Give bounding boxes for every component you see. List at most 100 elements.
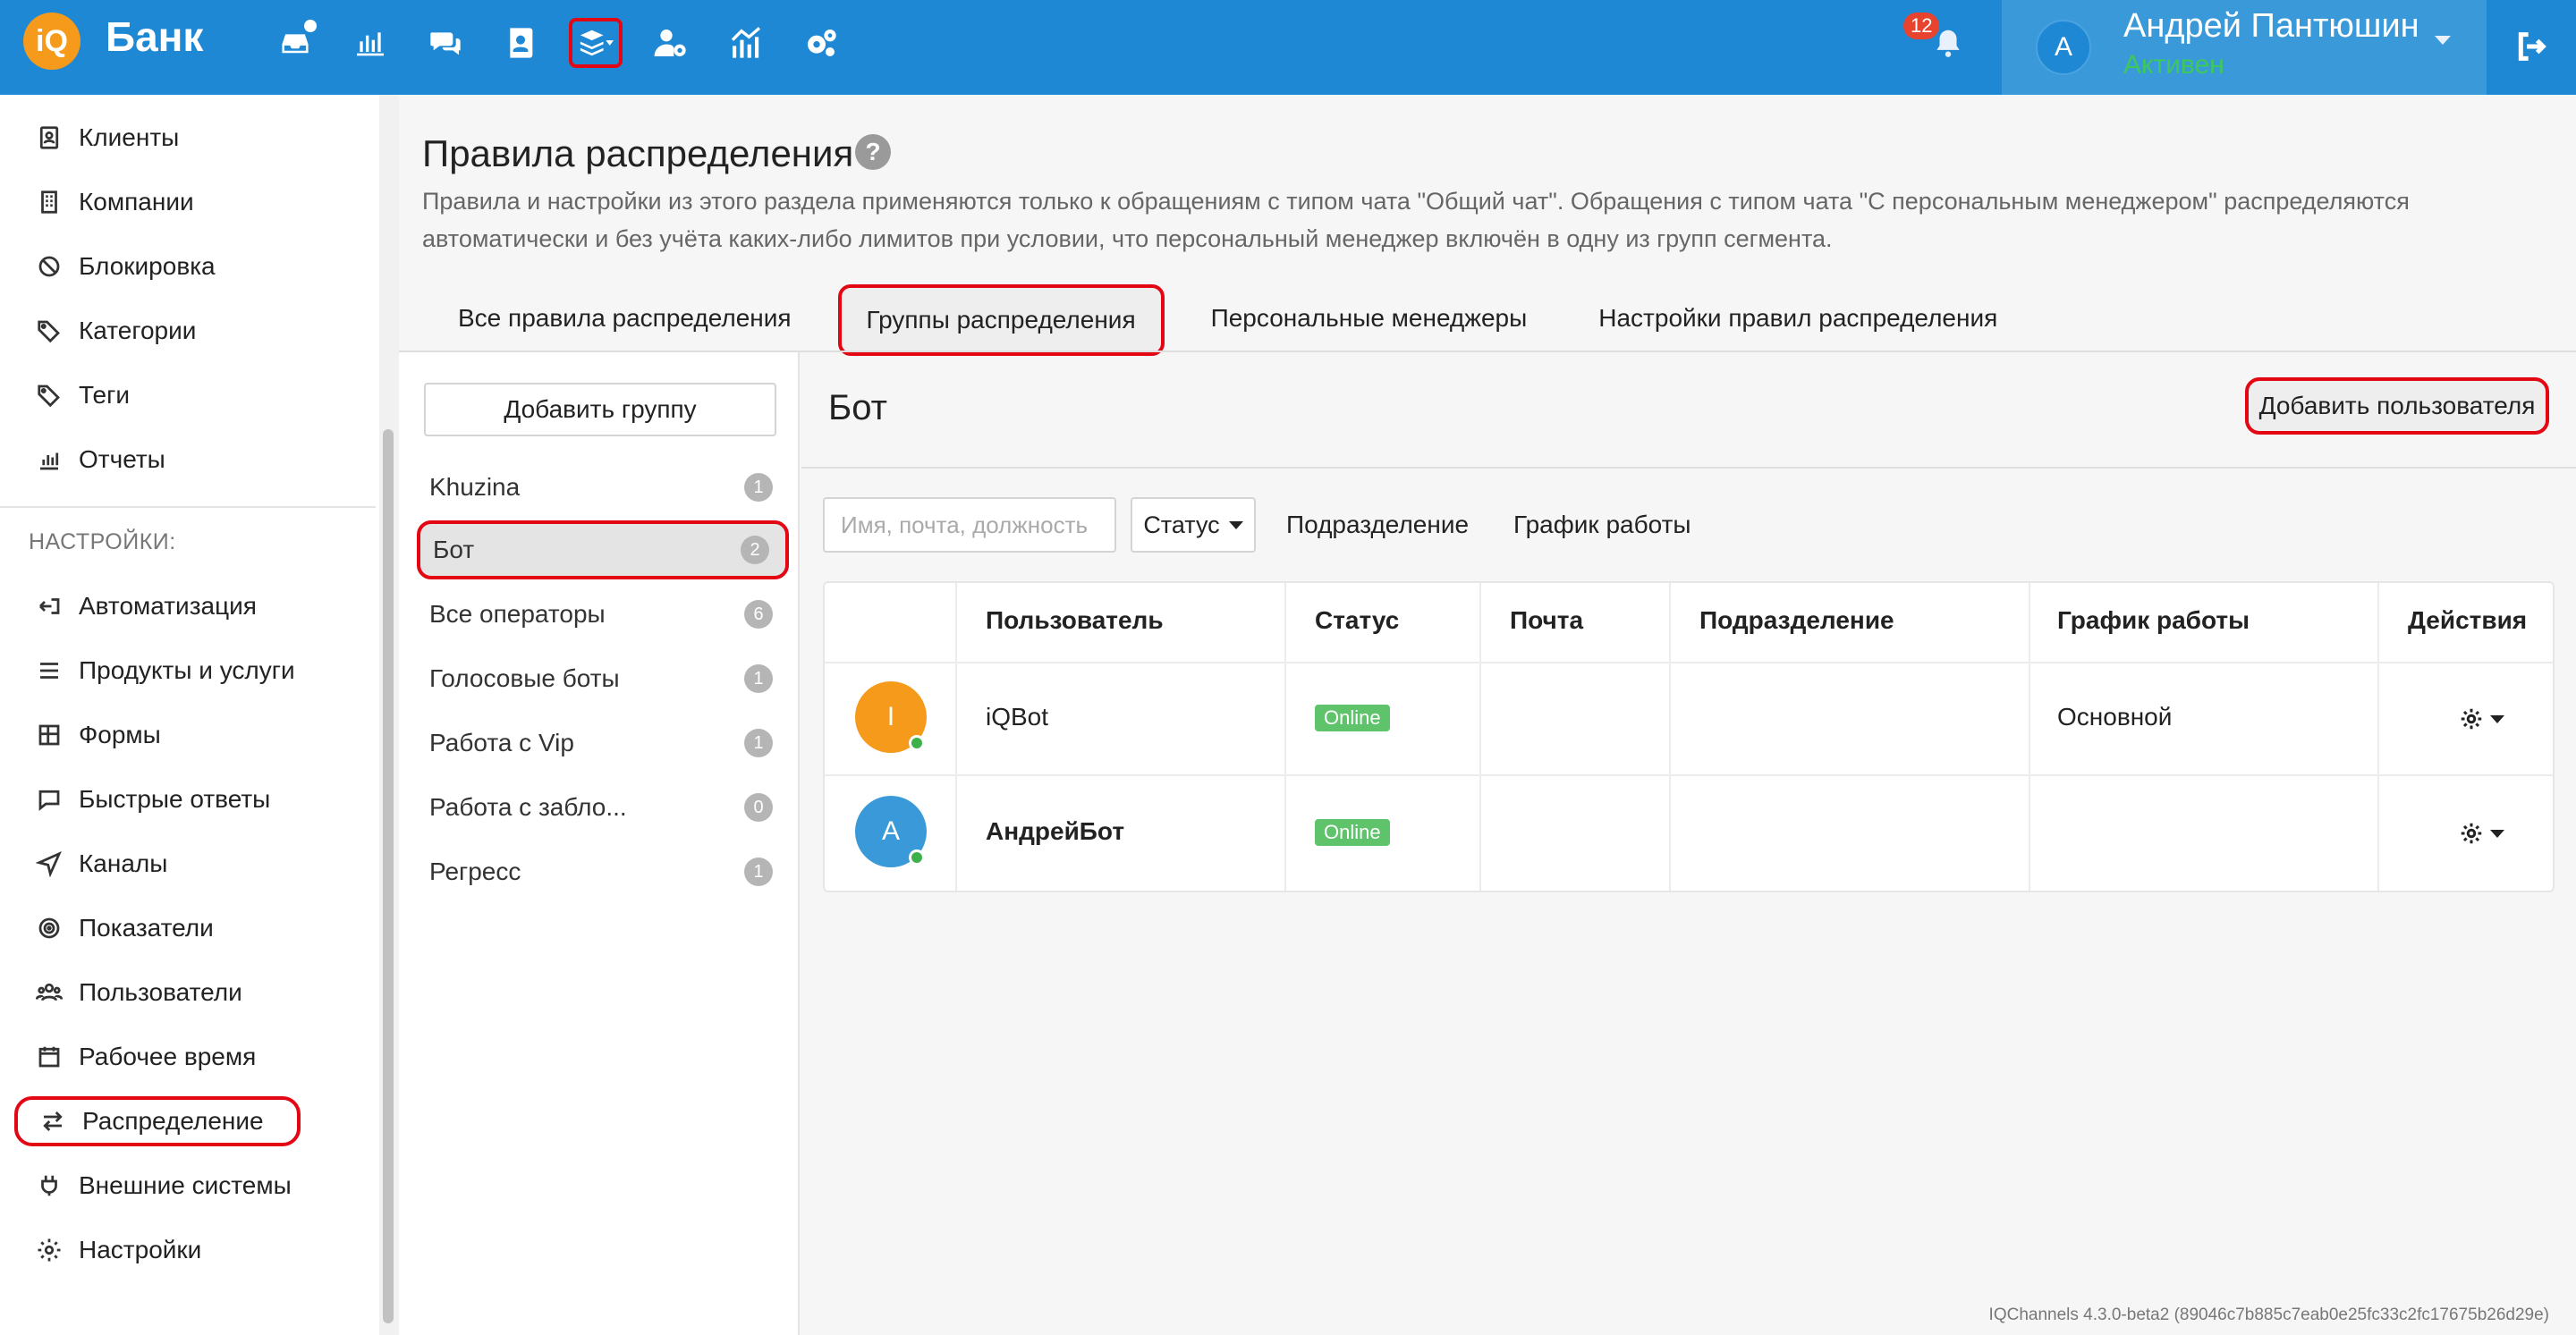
sidebar-item-working-time[interactable]: Рабочее время [0,1032,376,1082]
user-name-cell[interactable]: iQBot [986,703,1048,731]
form-icon [38,724,60,746]
sidebar-item-companies[interactable]: Компании [0,177,376,227]
group-item[interactable]: Работа с забло... 0 [417,778,789,837]
column-divider [1669,583,1671,891]
cogs-icon[interactable] [794,18,848,68]
group-item[interactable]: Все операторы 6 [417,585,789,644]
settings-heading: НАСТРОЙКИ: [29,529,176,554]
user-settings-icon[interactable] [644,18,698,68]
sidebar-item-automation[interactable]: Автоматизация [0,581,376,631]
top-nav-icons [268,18,848,68]
sidebar-divider [0,506,376,508]
calendar-icon [38,1046,60,1068]
add-group-button[interactable]: Добавить группу [424,383,776,436]
group-count-badge: 1 [744,473,773,502]
group-name: Регресс [429,858,521,885]
sidebar-item-blocking[interactable]: Блокировка [0,241,376,292]
bell-icon[interactable] [1923,18,1973,68]
brand-name[interactable]: Банк [106,13,203,61]
sidebar-item-categories[interactable]: Категории [0,306,376,356]
list-icon [40,663,58,679]
tab-distribution-groups[interactable]: Группы распределения [837,284,1165,356]
column-divider [2377,583,2379,891]
group-count-badge: 1 [744,858,773,886]
tab-all-rules[interactable]: Все правила распределения [422,284,827,352]
page-title: Правила распределения [422,132,854,174]
sidebar-item-quick-replies[interactable]: Быстрые ответы [0,774,376,824]
user-name-cell[interactable]: АндрейБот [986,817,1124,846]
contact-icon [39,126,59,149]
add-user-button[interactable]: Добавить пользователя [2245,377,2549,435]
version-footer: IQChannels 4.3.0-beta2 (89046c7b885c7eab… [1988,1305,2549,1324]
inbox-icon[interactable] [268,18,322,68]
user-menu[interactable]: А Андрей Пантюшин Активен [2002,0,2487,95]
tab-rules-settings[interactable]: Настройки правил распределения [1563,284,2033,352]
user-name: Андрей Пантюшин [2123,7,2419,45]
column-header-email: Почта [1510,606,1584,634]
column-divider [955,583,957,891]
group-item[interactable]: Голосовые боты 1 [417,649,789,708]
group-item[interactable]: Работа с Vip 1 [417,714,789,773]
sidebar-item-label: Теги [79,381,130,409]
group-item[interactable]: Khuzina 1 [417,458,789,517]
analytics-icon[interactable] [719,18,773,68]
avatar: I [855,681,927,753]
sidebar-item-channels[interactable]: Каналы [0,839,376,889]
sidebar-item-label: Компании [79,188,194,215]
sidebar-item-label: Отчеты [79,445,165,473]
group-name: Khuzina [429,473,521,501]
schedule-filter[interactable]: График работы [1513,497,1691,553]
sidebar-item-label: Показатели [79,914,214,942]
swap-icon [43,1111,63,1131]
sidebar-item-label: Продукты и услуги [79,656,295,684]
row-actions-button[interactable] [2458,701,2512,737]
sidebar-item-metrics[interactable]: Показатели [0,903,376,953]
online-indicator [909,849,925,866]
column-header-actions: Действия [2408,606,2528,634]
users-table: Пользователь Статус Почта Подразделение … [823,581,2555,892]
column-divider [1479,583,1481,891]
status-filter-dropdown[interactable]: Статус [1131,497,1256,553]
contact-card-icon[interactable] [494,18,547,68]
tags-icon [38,320,60,343]
group-count-badge: 6 [744,600,773,629]
avatar: А [855,796,927,867]
layers-icon[interactable] [569,18,623,68]
logo-icon[interactable]: iQ [23,13,80,70]
sidebar-item-label: Блокировка [79,252,216,280]
column-divider [1284,583,1286,891]
avatar: А [2036,20,2091,75]
sidebar-item-users[interactable]: Пользователи [0,967,376,1018]
sidebar-item-forms[interactable]: Формы [0,710,376,760]
row-actions-button[interactable] [2458,815,2512,851]
department-filter[interactable]: Подразделение [1286,497,1469,553]
sidebar-item-distribution[interactable]: Распределение [14,1096,301,1146]
group-item-selected[interactable]: Бот 2 [417,520,789,579]
search-input[interactable] [823,497,1116,553]
tab-personal-managers[interactable]: Персональные менеджеры [1175,284,1563,352]
column-header-status: Статус [1315,606,1400,634]
group-name: Голосовые боты [429,664,620,692]
chat-icon[interactable] [419,18,472,68]
sidebar-item-settings[interactable]: Настройки [0,1225,376,1275]
sidebar-item-tags[interactable]: Теги [0,370,376,420]
logout-icon[interactable] [2504,20,2558,73]
chevron-down-icon [1228,520,1243,529]
sidebar-item-clients[interactable]: Клиенты [0,113,376,163]
bar-chart-icon[interactable] [343,18,397,68]
top-navbar: iQ Банк 12 А Андрей Пантюшин Активен [0,0,2576,95]
chevron-down-icon [2435,36,2451,45]
group-name: Работа с забло... [429,793,627,821]
gear-icon [2461,708,2482,730]
group-item[interactable]: Регресс 1 [417,842,789,901]
column-header-schedule: График работы [2057,606,2250,634]
row-divider [825,662,2553,663]
sidebar-item-reports[interactable]: Отчеты [0,435,376,485]
building-icon [41,190,57,214]
plug-icon [41,1175,57,1196]
help-icon[interactable]: ? [855,134,891,170]
sidebar-item-external-systems[interactable]: Внешние системы [0,1161,376,1211]
sidebar-item-products[interactable]: Продукты и услуги [0,646,376,696]
sidebar-scroll-thumb[interactable] [383,429,394,1323]
column-header-department: Подразделение [1699,606,1894,634]
